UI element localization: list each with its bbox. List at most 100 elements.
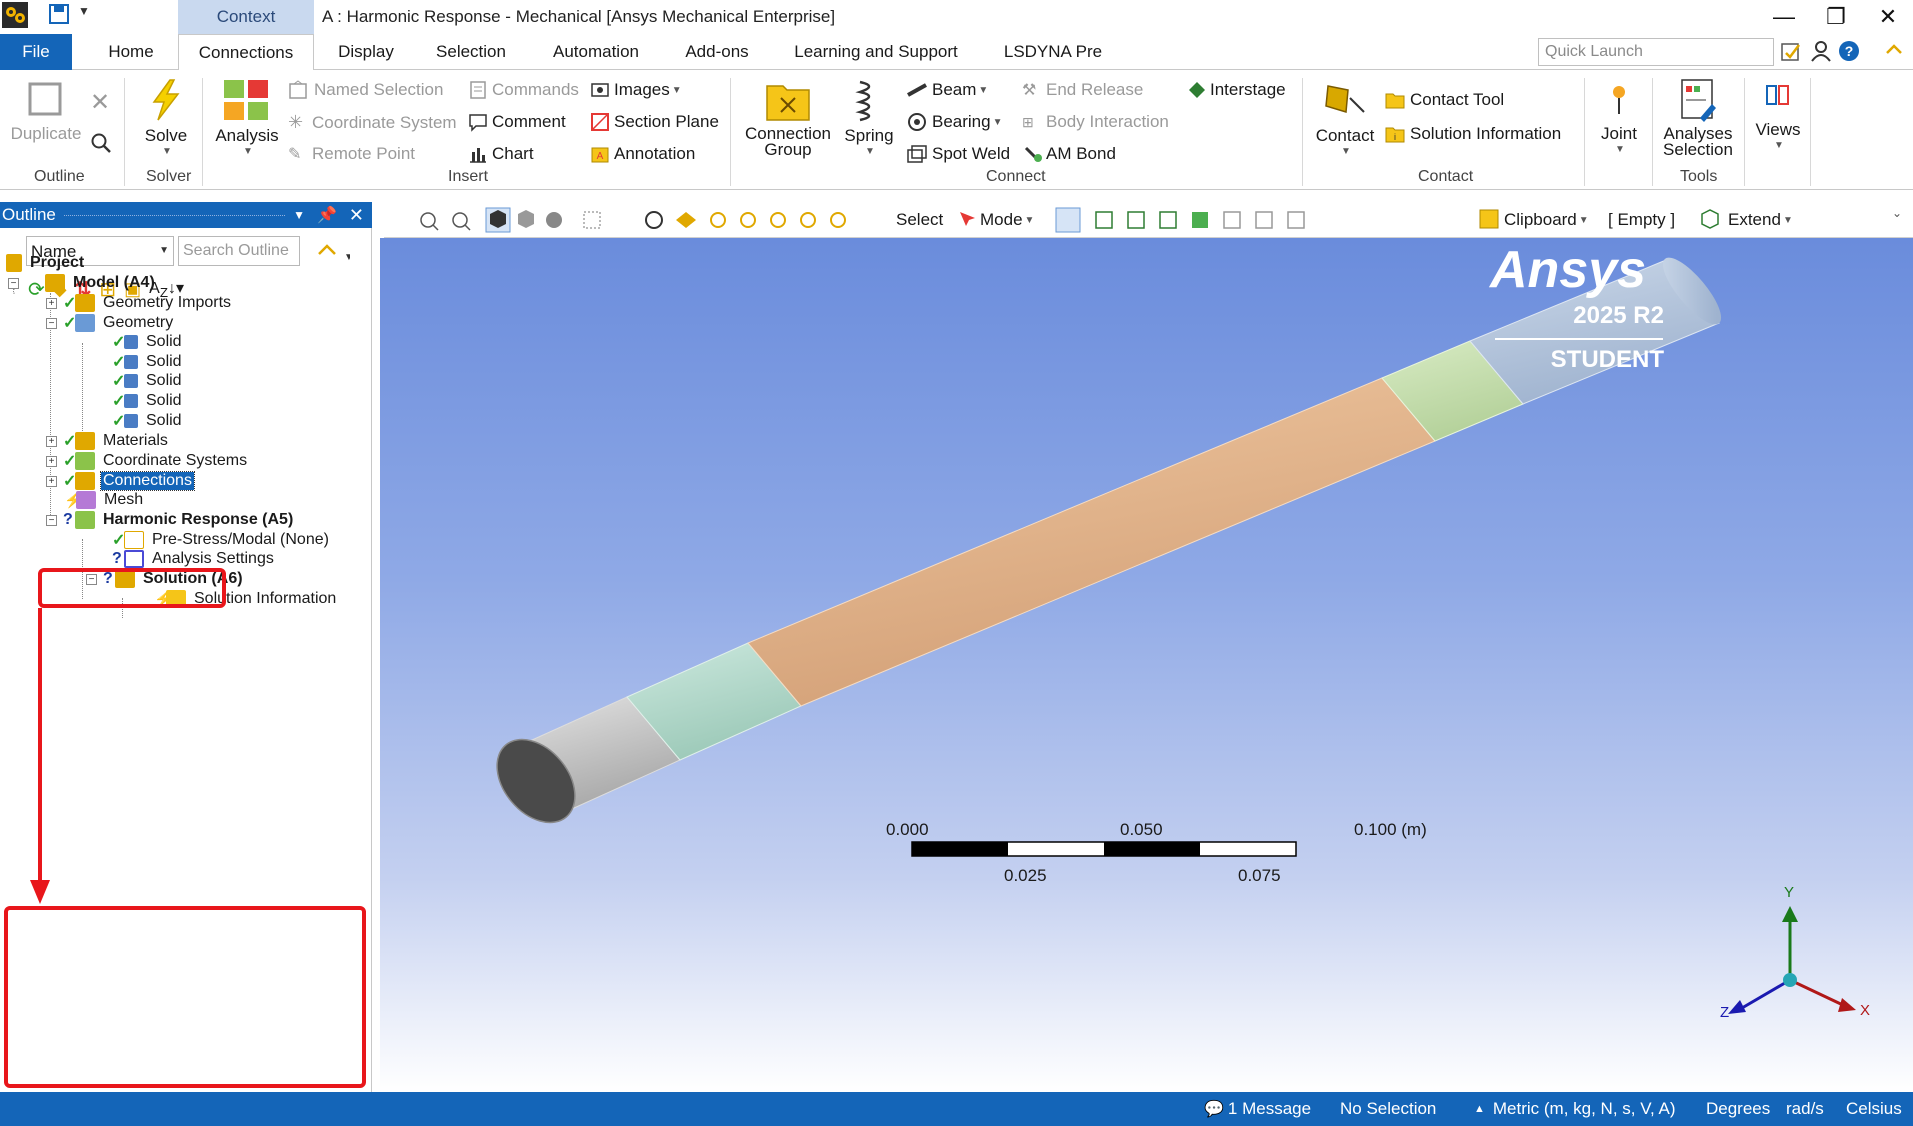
- tree-materials[interactable]: + ✓ Materials: [46, 430, 170, 452]
- tree-model[interactable]: − Model (A4): [8, 272, 157, 294]
- tree-analysis-settings[interactable]: ? Analysis Settings: [112, 548, 276, 570]
- end-release-button[interactable]: ⚒ End Release: [1022, 80, 1143, 100]
- tab-home[interactable]: Home: [98, 34, 164, 70]
- tree-solid[interactable]: ✓ Solid: [112, 410, 184, 432]
- expand-icon[interactable]: +: [46, 297, 57, 309]
- solid-icon: [124, 355, 138, 369]
- tab-display[interactable]: Display: [328, 34, 404, 70]
- context-tab[interactable]: Context: [178, 0, 314, 34]
- mode-dropdown[interactable]: Mode ▼: [980, 210, 1034, 230]
- messages-indicator[interactable]: 💬 1 Message: [1204, 1099, 1311, 1119]
- collapse-icon[interactable]: −: [46, 514, 57, 526]
- analyses-selection-button[interactable]: Analyses Selection: [1656, 78, 1740, 158]
- connection-group-button[interactable]: Connection Group: [740, 78, 836, 158]
- tree-coordinate-systems[interactable]: + ✓ Coordinate Systems: [46, 450, 249, 472]
- close-button[interactable]: ✕: [1866, 2, 1910, 32]
- pin-icon[interactable]: 📌: [317, 205, 337, 225]
- expand-icon[interactable]: +: [46, 435, 57, 447]
- tree-solid[interactable]: ✓ Solid: [112, 331, 184, 353]
- tab-add-ons[interactable]: Add-ons: [672, 34, 762, 70]
- feedback-icon[interactable]: [1780, 41, 1802, 63]
- tree-harmonic-response[interactable]: − ? Harmonic Response (A5): [46, 509, 295, 531]
- beam-button[interactable]: Beam ▼: [906, 80, 988, 100]
- lightning-icon: [152, 79, 180, 121]
- interstage-button[interactable]: Interstage: [1186, 80, 1286, 100]
- tab-selection[interactable]: Selection: [424, 34, 518, 70]
- solution-information-button[interactable]: i Solution Information: [1384, 124, 1561, 144]
- svg-text:A: A: [597, 151, 604, 162]
- joint-button[interactable]: Joint ▼: [1590, 80, 1648, 158]
- commands-icon: [470, 81, 486, 99]
- duplicate-button[interactable]: Duplicate: [6, 80, 86, 142]
- tab-automation[interactable]: Automation: [540, 34, 652, 70]
- user-icon[interactable]: [1810, 40, 1832, 62]
- coordinate-system-button[interactable]: ✳ Coordinate System: [288, 112, 457, 133]
- status-pending-icon: ⚡: [64, 492, 83, 509]
- delete-icon[interactable]: ✕: [90, 88, 110, 117]
- spring-icon: [855, 80, 871, 122]
- tab-connections[interactable]: Connections: [178, 34, 314, 71]
- contact-tool-icon: [1385, 93, 1405, 109]
- annotation-button[interactable]: A Annotation: [590, 144, 695, 164]
- named-selection-button[interactable]: Named Selection: [288, 80, 443, 100]
- collapse-icon[interactable]: −: [8, 277, 19, 289]
- title-bar: ▼ Context A : Harmonic Response - Mechan…: [0, 0, 1913, 34]
- restore-button[interactable]: ❐: [1814, 2, 1858, 32]
- clipboard-dropdown[interactable]: Clipboard ▼: [1504, 210, 1589, 230]
- graphics-viewport[interactable]: Ansys 2025 R2 STUDENT 0.000 0.050 0.100 …: [380, 238, 1913, 1092]
- chart-button[interactable]: Chart: [468, 144, 534, 164]
- expand-icon[interactable]: +: [46, 475, 57, 487]
- quick-launch-input[interactable]: Quick Launch: [1538, 38, 1774, 66]
- expand-icon[interactable]: +: [46, 455, 57, 467]
- outline-close-icon[interactable]: ✕: [349, 205, 364, 226]
- save-icon[interactable]: [48, 3, 70, 25]
- unit-system-dropdown[interactable]: ▲ Metric (m, kg, N, s, V, A): [1474, 1099, 1676, 1119]
- message-icon: 💬: [1204, 1101, 1224, 1118]
- tree-geometry-imports[interactable]: + ✓ Geometry Imports: [46, 292, 233, 314]
- am-bond-button[interactable]: AM Bond: [1022, 144, 1116, 164]
- connections-icon: [75, 472, 95, 490]
- comment-button[interactable]: Comment: [468, 112, 566, 132]
- spring-button[interactable]: Spring ▼: [840, 78, 898, 160]
- tab-file[interactable]: File: [0, 34, 72, 70]
- spot-weld-button[interactable]: Spot Weld: [906, 144, 1010, 164]
- shaft-model[interactable]: [380, 238, 1913, 1092]
- rate-unit[interactable]: rad/s: [1786, 1099, 1824, 1119]
- minimize-button[interactable]: —: [1762, 2, 1806, 32]
- tree-solid[interactable]: ✓ Solid: [112, 390, 184, 412]
- tree-mesh[interactable]: ⚡ Mesh: [64, 489, 145, 511]
- tree-solid[interactable]: ✓ Solid: [112, 370, 184, 392]
- end-release-icon: ⚒: [1022, 82, 1037, 99]
- collapse-ribbon-icon[interactable]: [1884, 39, 1904, 59]
- tab-lsdyna-pre[interactable]: LSDYNA Pre: [998, 34, 1108, 70]
- find-icon[interactable]: [90, 132, 112, 154]
- body-interaction-button[interactable]: ⊞ Body Interaction: [1022, 112, 1169, 132]
- solve-button[interactable]: Solve ▼: [136, 78, 196, 160]
- analysis-button[interactable]: Analysis ▼: [212, 78, 282, 160]
- contact-button[interactable]: Contact ▼: [1310, 78, 1380, 160]
- remote-point-button[interactable]: ✎ Remote Point: [288, 144, 415, 164]
- commands-button[interactable]: Commands: [468, 80, 579, 100]
- svg-text:?: ?: [1845, 43, 1854, 59]
- quick-access-dropdown-icon[interactable]: ▼: [78, 4, 90, 18]
- extend-dropdown[interactable]: Extend ▼: [1728, 210, 1793, 230]
- search-outline-input[interactable]: Search Outline: [178, 236, 300, 266]
- tab-learning-and-support[interactable]: Learning and Support: [784, 34, 968, 70]
- outline-dropdown-icon[interactable]: ▼: [293, 208, 305, 222]
- collapse-icon[interactable]: −: [46, 317, 57, 329]
- edition-label: STUDENT: [1550, 346, 1664, 373]
- toolbar-overflow-icon[interactable]: ⌄: [1892, 206, 1902, 220]
- expand-search-icon[interactable]: ▼: [316, 238, 354, 263]
- materials-icon: [75, 432, 95, 450]
- section-plane-button[interactable]: Section Plane: [590, 112, 719, 132]
- views-button[interactable]: Views ▼: [1750, 82, 1806, 154]
- named-selection-icon: [289, 80, 307, 99]
- tree-project[interactable]: Project: [6, 252, 86, 274]
- help-icon[interactable]: ?: [1838, 39, 1864, 63]
- contact-tool-button[interactable]: Contact Tool: [1384, 90, 1504, 110]
- status-ok-icon: ✓: [112, 334, 126, 351]
- images-button[interactable]: Images ▼: [590, 80, 682, 100]
- temperature-unit[interactable]: Celsius: [1846, 1099, 1902, 1119]
- bearing-button[interactable]: Bearing ▼: [906, 112, 1003, 132]
- angle-unit[interactable]: Degrees: [1706, 1099, 1770, 1119]
